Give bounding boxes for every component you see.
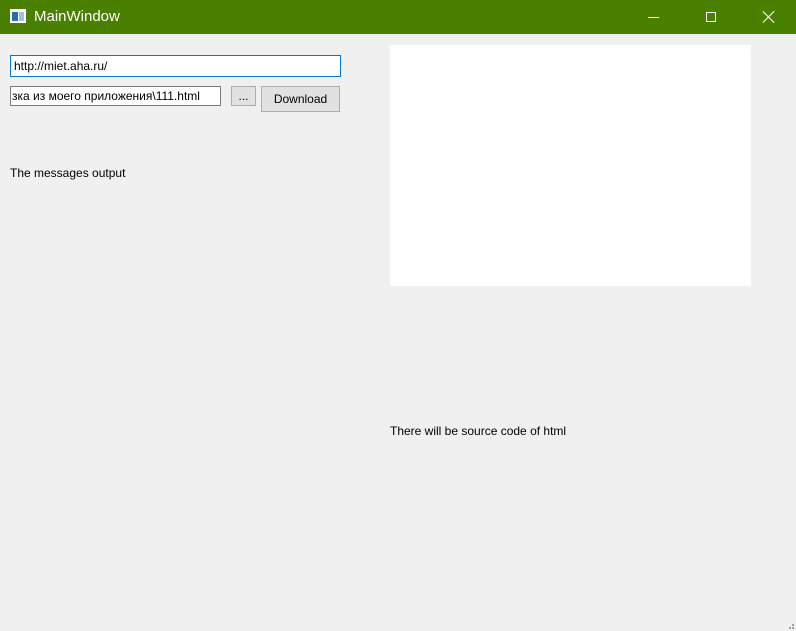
minimize-button[interactable] — [624, 0, 682, 34]
messages-output-label: The messages output — [10, 166, 126, 180]
maximize-button[interactable] — [682, 0, 740, 34]
maximize-icon — [706, 12, 716, 22]
browse-button[interactable]: ... — [231, 86, 256, 106]
window-title: MainWindow — [34, 8, 120, 25]
save-path-input[interactable] — [10, 86, 221, 106]
source-code-label: There will be source code of html — [390, 424, 567, 438]
close-button[interactable] — [740, 0, 796, 34]
minimize-icon — [647, 16, 659, 18]
main-window: MainWindow ... Download The messages out… — [0, 0, 796, 631]
title-bar[interactable]: MainWindow — [0, 0, 796, 34]
app-window-icon — [10, 9, 26, 23]
close-icon — [762, 10, 776, 24]
url-input[interactable] — [10, 55, 341, 77]
html-preview-pane[interactable] — [390, 45, 751, 286]
download-button[interactable]: Download — [261, 86, 340, 112]
resize-grip-icon[interactable] — [786, 621, 794, 629]
